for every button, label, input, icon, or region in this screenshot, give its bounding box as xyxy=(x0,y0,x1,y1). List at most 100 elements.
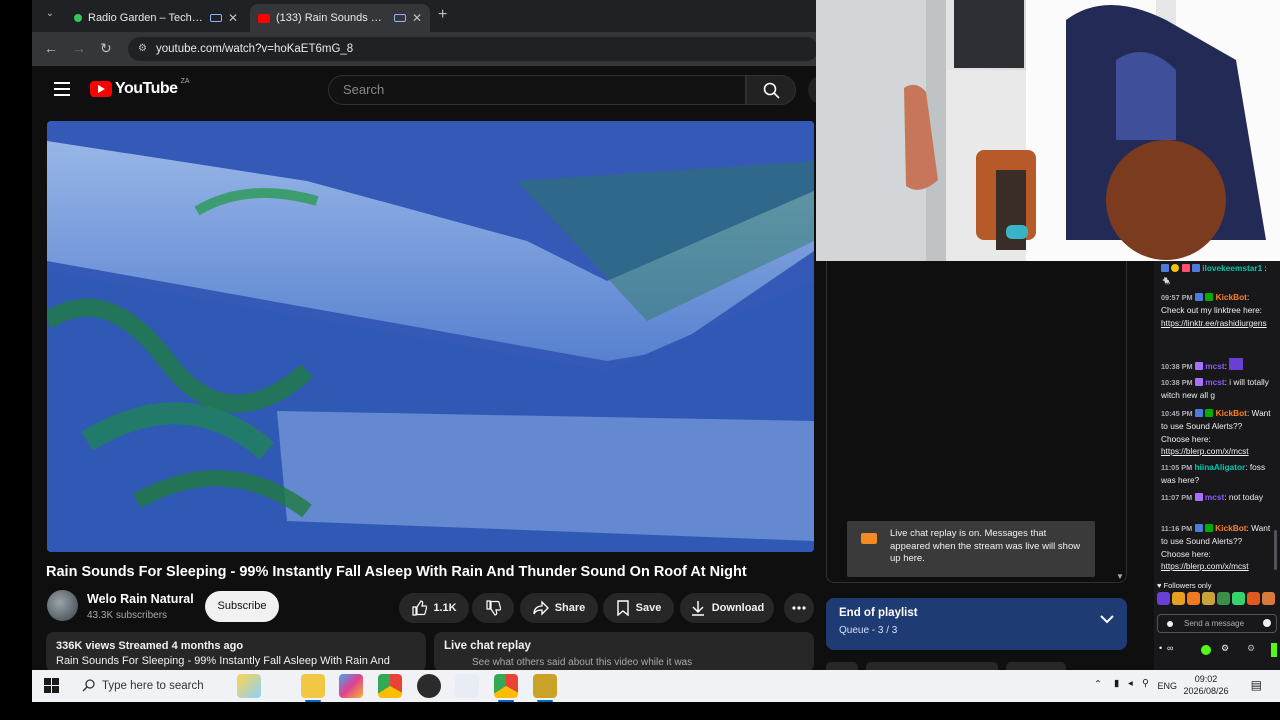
settings-gear-icon[interactable]: ⚙ xyxy=(1247,643,1255,654)
kick-icon[interactable] xyxy=(1201,645,1211,655)
channel-name[interactable]: Welo Rain Natural xyxy=(87,592,194,606)
desktop-screen: ⌄ Radio Garden – Techno Und ✕ (133) Rain… xyxy=(0,0,1280,720)
emote-icon xyxy=(1229,358,1244,370)
download-button[interactable]: Download xyxy=(680,593,774,623)
show-hidden-icons-chevron-icon[interactable]: ⌃ xyxy=(1094,679,1102,690)
taskbar-clock[interactable]: 09:02 2026/08/26 xyxy=(1176,673,1236,697)
subscribe-button[interactable]: Subscribe xyxy=(205,591,279,622)
youtube-logo[interactable]: YouTube ZA xyxy=(90,78,190,98)
emote-icon[interactable] xyxy=(1187,592,1200,605)
new-tab-plus-icon[interactable]: + xyxy=(438,6,447,24)
badge-icon xyxy=(1171,264,1180,272)
input-language[interactable]: ENG xyxy=(1157,681,1177,691)
chat-username[interactable]: mcst xyxy=(1205,361,1224,371)
chat-link[interactable]: https://blerp.com/x/mcst xyxy=(1161,561,1249,571)
save-label: Save xyxy=(635,602,662,614)
windows-taskbar: Type here to search ⌃ ▮ ◂ ⚲ ENG 09:02 20… xyxy=(32,670,1280,702)
emote-icon[interactable] xyxy=(1262,592,1275,605)
chrome-icon[interactable] xyxy=(378,674,402,698)
infinity-icon[interactable]: ∞ xyxy=(1167,643,1173,653)
verified-bot-badge-icon xyxy=(1204,524,1213,532)
windows-start-icon[interactable] xyxy=(44,678,59,693)
emote-icon[interactable] xyxy=(1217,592,1230,605)
more-actions-button[interactable] xyxy=(784,593,814,623)
chat-scroll-down-icon[interactable]: ▼ xyxy=(1116,572,1124,581)
youtube-play-logo-icon xyxy=(90,81,112,97)
chevron-down-icon[interactable] xyxy=(1100,615,1114,624)
close-tab-icon[interactable]: ✕ xyxy=(412,11,422,25)
clock-date: 2026/08/26 xyxy=(1183,686,1229,696)
channel-points-icon[interactable]: • xyxy=(1159,643,1162,653)
chat-username[interactable]: KickBot xyxy=(1216,408,1247,418)
app-icon[interactable] xyxy=(533,674,557,698)
app-icon[interactable] xyxy=(455,674,479,698)
verified-bot-badge-icon xyxy=(1205,409,1214,417)
badge-icon xyxy=(1194,362,1203,370)
tab-search-chevron-icon[interactable]: ⌄ xyxy=(40,8,60,24)
search-input[interactable]: Search xyxy=(328,75,746,105)
settings-gear-icon[interactable]: ⚙ xyxy=(1221,643,1229,654)
chat-username[interactable]: hiinaAligator xyxy=(1195,462,1246,472)
dislike-button[interactable] xyxy=(472,593,514,623)
chat-button[interactable] xyxy=(1271,643,1277,657)
notifications-icon[interactable]: ▤ xyxy=(1251,678,1262,692)
emote-icon[interactable] xyxy=(1157,592,1170,605)
badge-icon xyxy=(1194,293,1203,301)
share-button[interactable]: Share xyxy=(520,593,598,623)
hamburger-menu-icon[interactable] xyxy=(54,82,70,96)
description-box[interactable]: 336K views Streamed 4 months ago Rain So… xyxy=(46,632,426,670)
playlist-panel[interactable]: End of playlist Queue - 3 / 3 xyxy=(826,598,1127,650)
radio-garden-favicon-icon xyxy=(74,14,82,22)
like-button[interactable]: 1.1K xyxy=(399,593,469,623)
emote-icon[interactable] xyxy=(1202,592,1215,605)
obs-icon[interactable] xyxy=(417,674,441,698)
chat-username[interactable]: KickBot xyxy=(1216,292,1247,302)
tab-title: (133) Rain Sounds For Slee xyxy=(276,12,388,24)
emote-icon[interactable] xyxy=(1172,592,1185,605)
badge-icon xyxy=(1161,264,1169,272)
emote-icon[interactable] xyxy=(1247,592,1260,605)
chat-message-input[interactable]: Send a message xyxy=(1157,614,1277,633)
back-arrow-icon[interactable]: ← xyxy=(44,40,58,56)
chat-scrollbar[interactable] xyxy=(1274,530,1277,570)
save-button[interactable]: Save xyxy=(603,593,674,623)
voice-search-button[interactable] xyxy=(808,75,816,105)
file-explorer-icon[interactable] xyxy=(301,674,325,698)
reload-icon[interactable]: ↻ xyxy=(100,40,112,57)
chat-identity-icon[interactable] xyxy=(1167,621,1173,627)
forward-arrow-icon[interactable]: → xyxy=(72,40,86,56)
chat-message: 10:45 PM KickBot: Want to use Sound Aler… xyxy=(1161,407,1271,458)
video-player[interactable] xyxy=(47,121,814,552)
search-button[interactable] xyxy=(746,75,796,105)
chat-username[interactable]: mcst xyxy=(1205,492,1224,502)
chat-message: 10:38 PM mcst: xyxy=(1161,358,1271,373)
channel-avatar[interactable] xyxy=(47,590,78,621)
tab-radio-garden[interactable]: Radio Garden – Techno Und ✕ xyxy=(66,4,246,32)
site-info-icon[interactable]: ⚙ xyxy=(138,37,147,61)
emote-picker-icon[interactable] xyxy=(1263,619,1271,627)
emote-icon[interactable] xyxy=(1232,592,1245,605)
chrome-profile-icon[interactable] xyxy=(494,674,518,698)
chat-username[interactable]: ilovekeemstar1 xyxy=(1202,263,1262,273)
chat-link[interactable]: https://blerp.com/x/mcst xyxy=(1161,446,1249,456)
close-tab-icon[interactable]: ✕ xyxy=(228,11,238,25)
volume-icon[interactable]: ◂ xyxy=(1128,678,1133,689)
url-text: youtube.com/watch?v=hoKaET6mG_8 xyxy=(156,43,354,55)
tab-bar: ⌄ Radio Garden – Techno Und ✕ (133) Rain… xyxy=(32,0,816,32)
tab-youtube[interactable]: (133) Rain Sounds For Slee ✕ xyxy=(250,4,430,32)
live-chat-replay-panel: Live chat replay is on. Messages that ap… xyxy=(826,261,1127,583)
widgets-icon[interactable] xyxy=(237,674,261,698)
battery-icon[interactable]: ▮ xyxy=(1114,678,1119,689)
chat-tools-bar: • ∞ ⚙ ⚙ xyxy=(1159,641,1277,659)
chat-username[interactable]: mcst xyxy=(1205,377,1224,387)
chat-message: 11:05 PM hiinaAligator: foss was here? xyxy=(1161,461,1271,487)
copilot-icon[interactable] xyxy=(339,674,363,698)
playlist-title: End of playlist xyxy=(839,607,918,619)
chat-link[interactable]: https://linktr.ee/rashidiurgens xyxy=(1161,318,1267,328)
chat-username[interactable]: KickBot xyxy=(1215,523,1246,533)
network-icon[interactable]: ⚲ xyxy=(1142,678,1149,689)
live-chat-replay-card[interactable]: Live chat replay See what others said ab… xyxy=(434,632,814,670)
thumbs-down-icon xyxy=(486,600,501,616)
playlist-queue: Queue - 3 / 3 xyxy=(839,625,898,636)
address-bar[interactable]: ⚙ youtube.com/watch?v=hoKaET6mG_8 xyxy=(128,37,816,61)
